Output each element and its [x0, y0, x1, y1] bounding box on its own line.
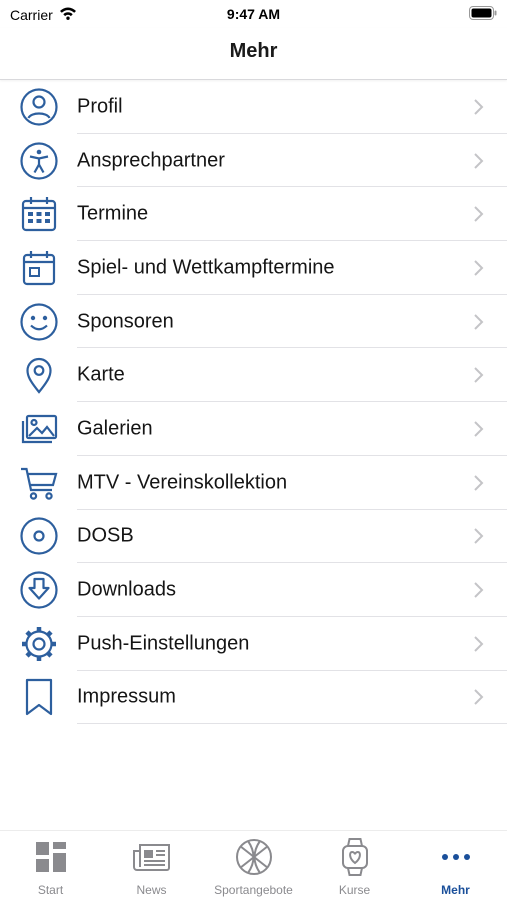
menu-item-ansprechpartner[interactable]: Ansprechpartner	[0, 134, 507, 188]
basketball-icon	[234, 837, 274, 877]
chevron-right-icon	[473, 152, 485, 170]
tab-label: News	[136, 883, 167, 897]
menu-item-karte[interactable]: Karte	[0, 348, 507, 403]
chevron-right-icon	[473, 635, 485, 653]
more-menu-list: Profil Ansprechpartner Termine Spiel- un…	[0, 80, 507, 725]
bookmark-icon	[19, 677, 59, 717]
menu-item-label: Impressum	[77, 685, 176, 708]
status-time: 9:47 AM	[226, 6, 281, 22]
download-circle-icon	[19, 570, 59, 610]
menu-item-profil[interactable]: Profil	[0, 80, 507, 134]
chevron-right-icon	[473, 98, 485, 116]
chevron-right-icon	[473, 420, 485, 438]
menu-item-galerien[interactable]: Galerien	[0, 402, 507, 456]
menu-item-label: Profil	[77, 95, 123, 118]
menu-item-termine[interactable]: Termine	[0, 187, 507, 242]
user-circle-icon	[19, 87, 59, 127]
tab-label: Mehr	[441, 883, 470, 897]
tab-kurse[interactable]: Kurse	[304, 837, 405, 899]
chevron-right-icon	[473, 205, 485, 223]
chevron-right-icon	[473, 581, 485, 599]
menu-item-label: Sponsoren	[77, 310, 174, 333]
menu-item-sponsoren[interactable]: Sponsoren	[0, 295, 507, 349]
menu-item-label: Spiel- und Wettkampftermine	[77, 256, 335, 279]
tab-label: Sportangebote	[214, 883, 293, 897]
smiley-icon	[19, 302, 59, 342]
calendar-event-icon	[19, 248, 59, 288]
map-pin-icon	[19, 355, 59, 395]
tab-sportangebote[interactable]: Sportangebote	[203, 837, 304, 899]
chevron-right-icon	[473, 366, 485, 384]
tab-label: Kurse	[338, 883, 371, 897]
newspaper-icon	[132, 837, 172, 877]
battery-icon	[469, 6, 497, 23]
menu-item-label: Push-Einstellungen	[77, 632, 250, 655]
menu-item-label: Karte	[77, 363, 125, 386]
menu-item-push-einstellungen[interactable]: Push-Einstellungen	[0, 617, 507, 671]
chevron-right-icon	[473, 688, 485, 706]
menu-item-label: MTV - Vereinskollektion	[77, 471, 288, 494]
watch-icon	[335, 837, 375, 877]
navigation-bar: Mehr	[0, 28, 507, 80]
gear-icon	[19, 624, 59, 664]
accessibility-icon	[19, 141, 59, 181]
dashboard-icon	[31, 837, 71, 877]
tab-start[interactable]: Start	[0, 837, 101, 899]
chevron-right-icon	[473, 474, 485, 492]
menu-item-dosb[interactable]: DOSB	[0, 510, 507, 564]
menu-item-spiel-und-wettkampftermine[interactable]: Spiel- und Wettkampftermine	[0, 241, 507, 295]
calendar-icon	[19, 194, 59, 234]
menu-item-downloads[interactable]: Downloads	[0, 563, 507, 617]
menu-item-impressum[interactable]: Impressum	[0, 671, 507, 725]
menu-item-label: Downloads	[77, 578, 176, 601]
status-bar: Carrier 9:47 AM	[0, 0, 507, 28]
menu-item-label: Galerien	[77, 417, 153, 440]
gallery-icon	[19, 409, 59, 449]
page-title: Mehr	[229, 40, 278, 62]
menu-item-label: Termine	[77, 202, 149, 225]
menu-item-label: DOSB	[77, 524, 134, 547]
tab-label: Start	[37, 883, 64, 897]
tab-news[interactable]: News	[101, 837, 202, 899]
menu-item-mtv-vereinskollektion[interactable]: MTV - Vereinskollektion	[0, 456, 507, 510]
chevron-right-icon	[473, 259, 485, 277]
disc-icon	[19, 516, 59, 556]
chevron-right-icon	[473, 313, 485, 331]
cart-icon	[19, 463, 59, 503]
chevron-right-icon	[473, 527, 485, 545]
menu-item-label: Ansprechpartner	[77, 149, 225, 172]
more-dots-icon	[436, 837, 476, 877]
row-divider	[77, 723, 507, 725]
tab-bar: Start News Sportangebote Kurse Mehr	[0, 830, 507, 901]
tab-mehr[interactable]: Mehr	[405, 837, 506, 899]
